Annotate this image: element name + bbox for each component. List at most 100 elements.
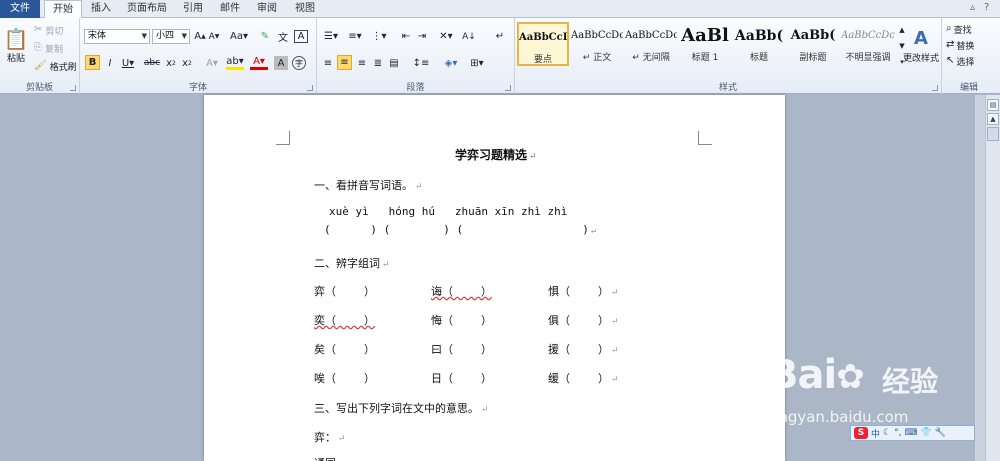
- clipboard-group: 📋 粘贴 ✂ 剪切 ⎘ 复制 🖌 格式刷 剪贴板: [0, 18, 80, 94]
- document-area: 学弈习题精选 ↵ 一、看拼音写词语。 ↵ xuè yì hóng hú zhuān …: [0, 95, 975, 461]
- decrease-indent-icon[interactable]: ⇤: [399, 30, 413, 43]
- shrink-font-icon[interactable]: A ▼: [208, 30, 220, 43]
- copy-button[interactable]: ⎘ 复制: [34, 42, 63, 55]
- bullets-icon[interactable]: ☰▾: [321, 30, 341, 43]
- tab-file[interactable]: 文件: [0, 0, 40, 18]
- punctuation-icon[interactable]: °,: [894, 428, 901, 438]
- style-heading-1[interactable]: AaBl 标题 1: [679, 22, 731, 66]
- superscript-button[interactable]: x2: [180, 56, 194, 70]
- minimize-ribbon-icon[interactable]: ▵: [970, 2, 975, 13]
- font-color-icon[interactable]: A▾: [250, 56, 268, 70]
- text-effects-icon[interactable]: A▾: [204, 56, 220, 70]
- word-grid-cell: 唉（ ）: [314, 372, 375, 385]
- sogou-logo-icon: S: [854, 427, 868, 439]
- paragraph-mark-icon: ↵: [610, 346, 619, 356]
- styles-group: AaBbCcD 要点 AaBbCcDc ↵ 正文 AaBbCcDc ↵ 无间隔 …: [515, 18, 942, 94]
- align-right-icon[interactable]: ≡: [355, 56, 369, 70]
- phonetic-guide-icon[interactable]: 文: [276, 30, 290, 44]
- document-title: 学弈习题精选 ↵: [455, 148, 537, 162]
- subscript-button[interactable]: x2: [164, 56, 178, 70]
- line-spacing-icon[interactable]: ↕≡: [411, 56, 431, 70]
- style-subtitle[interactable]: AaBb( 副标题: [787, 22, 839, 66]
- style-emphasis-points[interactable]: AaBbCcD 要点: [517, 22, 569, 66]
- numbering-icon[interactable]: ≡▾: [345, 30, 365, 43]
- justify-icon[interactable]: ≣: [371, 56, 385, 70]
- vertical-scrollbar[interactable]: ▤ ▲: [985, 95, 1000, 461]
- show-marks-icon[interactable]: ↵: [493, 30, 507, 43]
- styles-group-label: 样式: [718, 83, 737, 93]
- paragraph-group: ☰▾ ≡▾ ⋮▾ ⇤ ⇥ ✕▾ A↓ ↵ ≡ ≡ ≡ ≣ ▤ ↕≡ ◈▾ ⊞▾ …: [317, 18, 515, 94]
- bold-button[interactable]: B: [85, 55, 100, 70]
- select-button[interactable]: ↖ 选择: [946, 55, 974, 68]
- paragraph-launcher-icon[interactable]: [505, 85, 511, 91]
- font-launcher-icon[interactable]: [307, 85, 313, 91]
- replace-button[interactable]: ⇄ 替换: [946, 39, 974, 52]
- tab-references[interactable]: 引用: [178, 0, 208, 18]
- tab-review[interactable]: 审阅: [252, 0, 282, 18]
- strikethrough-button[interactable]: abc: [144, 56, 160, 70]
- clipboard-group-label: 剪贴板: [25, 83, 53, 93]
- multilevel-list-icon[interactable]: ⋮▾: [369, 30, 389, 43]
- ruler-toggle-icon[interactable]: ▤: [987, 99, 999, 111]
- tab-view[interactable]: 视图: [290, 0, 320, 18]
- ime-toolbar[interactable]: S 中 ☾ °, ⌨ 👕 🔧: [850, 425, 975, 441]
- font-size-combo[interactable]: 小四 ▼: [152, 29, 190, 44]
- document-page[interactable]: 学弈习题精选 ↵ 一、看拼音写词语。 ↵ xuè yì hóng hú zhuān …: [204, 95, 785, 461]
- find-button[interactable]: ⌕ 查找: [946, 23, 972, 36]
- cut-button[interactable]: ✂ 剪切: [34, 24, 63, 37]
- font-name-combo[interactable]: 宋体 ▼: [84, 29, 150, 44]
- skin-icon[interactable]: 👕: [920, 428, 931, 438]
- highlight-icon[interactable]: ab▾: [226, 56, 244, 70]
- word-grid-cell: 援（ ） ↵: [548, 343, 619, 356]
- align-left-icon[interactable]: ≡: [321, 56, 335, 70]
- char-shading-icon[interactable]: A: [274, 56, 288, 70]
- pinyin-line: xuè yì hóng hú zhuān xīn zhì zhì: [329, 205, 568, 218]
- meaning-line: 弈： ↵: [314, 431, 346, 444]
- align-center-icon[interactable]: ≡: [337, 55, 352, 70]
- paste-button[interactable]: 📋 粘贴: [3, 22, 29, 68]
- style-title[interactable]: AaBb( 标题: [733, 22, 785, 66]
- style-subtle-emphasis[interactable]: AaBbCcDc 不明显强调: [841, 22, 895, 66]
- borders-icon[interactable]: ⊞▾: [467, 56, 487, 70]
- paragraph-group-label: 段落: [406, 83, 425, 93]
- grow-font-icon[interactable]: A ▲: [194, 30, 206, 43]
- char-border-icon[interactable]: A: [294, 30, 308, 43]
- format-painter-button[interactable]: 🖌 格式刷: [34, 60, 77, 73]
- scroll-thumb[interactable]: [987, 127, 999, 141]
- tab-insert[interactable]: 插入: [86, 0, 116, 18]
- scroll-up-icon[interactable]: ▲: [987, 113, 999, 125]
- shading-icon[interactable]: ◈▾: [441, 56, 461, 70]
- help-icon[interactable]: ?: [984, 2, 989, 13]
- change-styles-button[interactable]: A 更改样式: [901, 22, 941, 68]
- styles-launcher-icon[interactable]: [932, 85, 938, 91]
- baidu-watermark-jingyan: 经验: [882, 365, 939, 398]
- ime-mode-label[interactable]: 中: [871, 427, 880, 440]
- clipboard-launcher-icon[interactable]: [70, 85, 76, 91]
- paragraph-mark-icon: ↵: [481, 405, 489, 415]
- tab-mailings[interactable]: 邮件: [215, 0, 245, 18]
- underline-button[interactable]: U▾: [120, 56, 136, 70]
- moon-icon[interactable]: ☾: [883, 428, 891, 438]
- increase-indent-icon[interactable]: ⇥: [415, 30, 429, 43]
- clear-format-icon[interactable]: ✎: [258, 30, 272, 43]
- italic-button[interactable]: I: [103, 56, 117, 70]
- paragraph-mark-icon: ↵: [382, 260, 390, 270]
- distributed-icon[interactable]: ▤: [387, 56, 401, 70]
- sort-icon[interactable]: A↓: [459, 30, 479, 43]
- tab-page-layout[interactable]: 页面布局: [122, 0, 172, 18]
- wrench-icon[interactable]: 🔧: [935, 428, 946, 438]
- paragraph-mark-icon: ↵: [610, 375, 619, 385]
- style-normal[interactable]: AaBbCcDc ↵ 正文: [571, 22, 623, 66]
- chinese-layout-icon[interactable]: ✕▾: [437, 30, 455, 43]
- meaning-line: 通国: [314, 455, 336, 461]
- keyboard-icon[interactable]: ⌨: [904, 428, 917, 438]
- change-case-icon[interactable]: Aa▾: [230, 30, 248, 43]
- paragraph-mark-icon: ↵: [610, 317, 619, 327]
- paste-icon: 📋: [3, 26, 29, 51]
- vertical-ruler-gap: [975, 95, 985, 461]
- tab-home[interactable]: 开始: [44, 0, 82, 19]
- word-grid-cell: 诲（ ）: [431, 285, 492, 298]
- enclose-char-icon[interactable]: 字: [292, 56, 306, 70]
- style-no-spacing[interactable]: AaBbCcDc ↵ 无间隔: [625, 22, 677, 66]
- cursor-icon: ↖: [946, 55, 955, 66]
